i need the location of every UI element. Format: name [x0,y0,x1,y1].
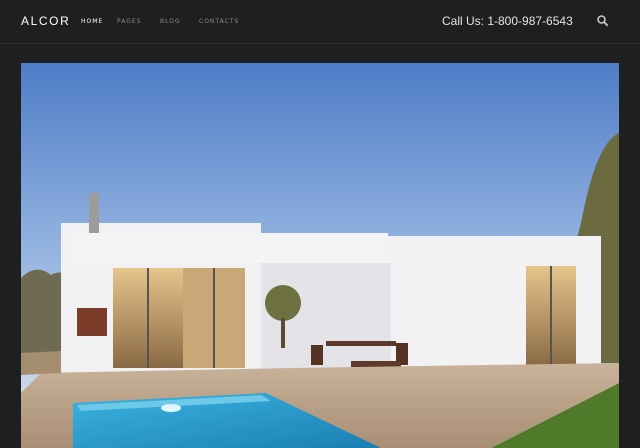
search-icon[interactable] [596,14,610,28]
nav-item-blog[interactable]: BLOG [160,18,199,25]
nav-item-contacts[interactable]: CONTACTS [199,18,239,25]
hero-image [21,63,619,448]
nav-item-pages[interactable]: PAGES [117,18,160,25]
site-header: ALCOR HOME PAGES BLOG CONTACTS Call Us: … [0,0,640,44]
site-logo[interactable]: ALCOR [21,14,70,28]
main-nav: HOME PAGES BLOG CONTACTS [81,18,239,25]
phone-number: Call Us: 1-800-987-6543 [442,14,573,28]
nav-item-home[interactable]: HOME [81,18,117,25]
